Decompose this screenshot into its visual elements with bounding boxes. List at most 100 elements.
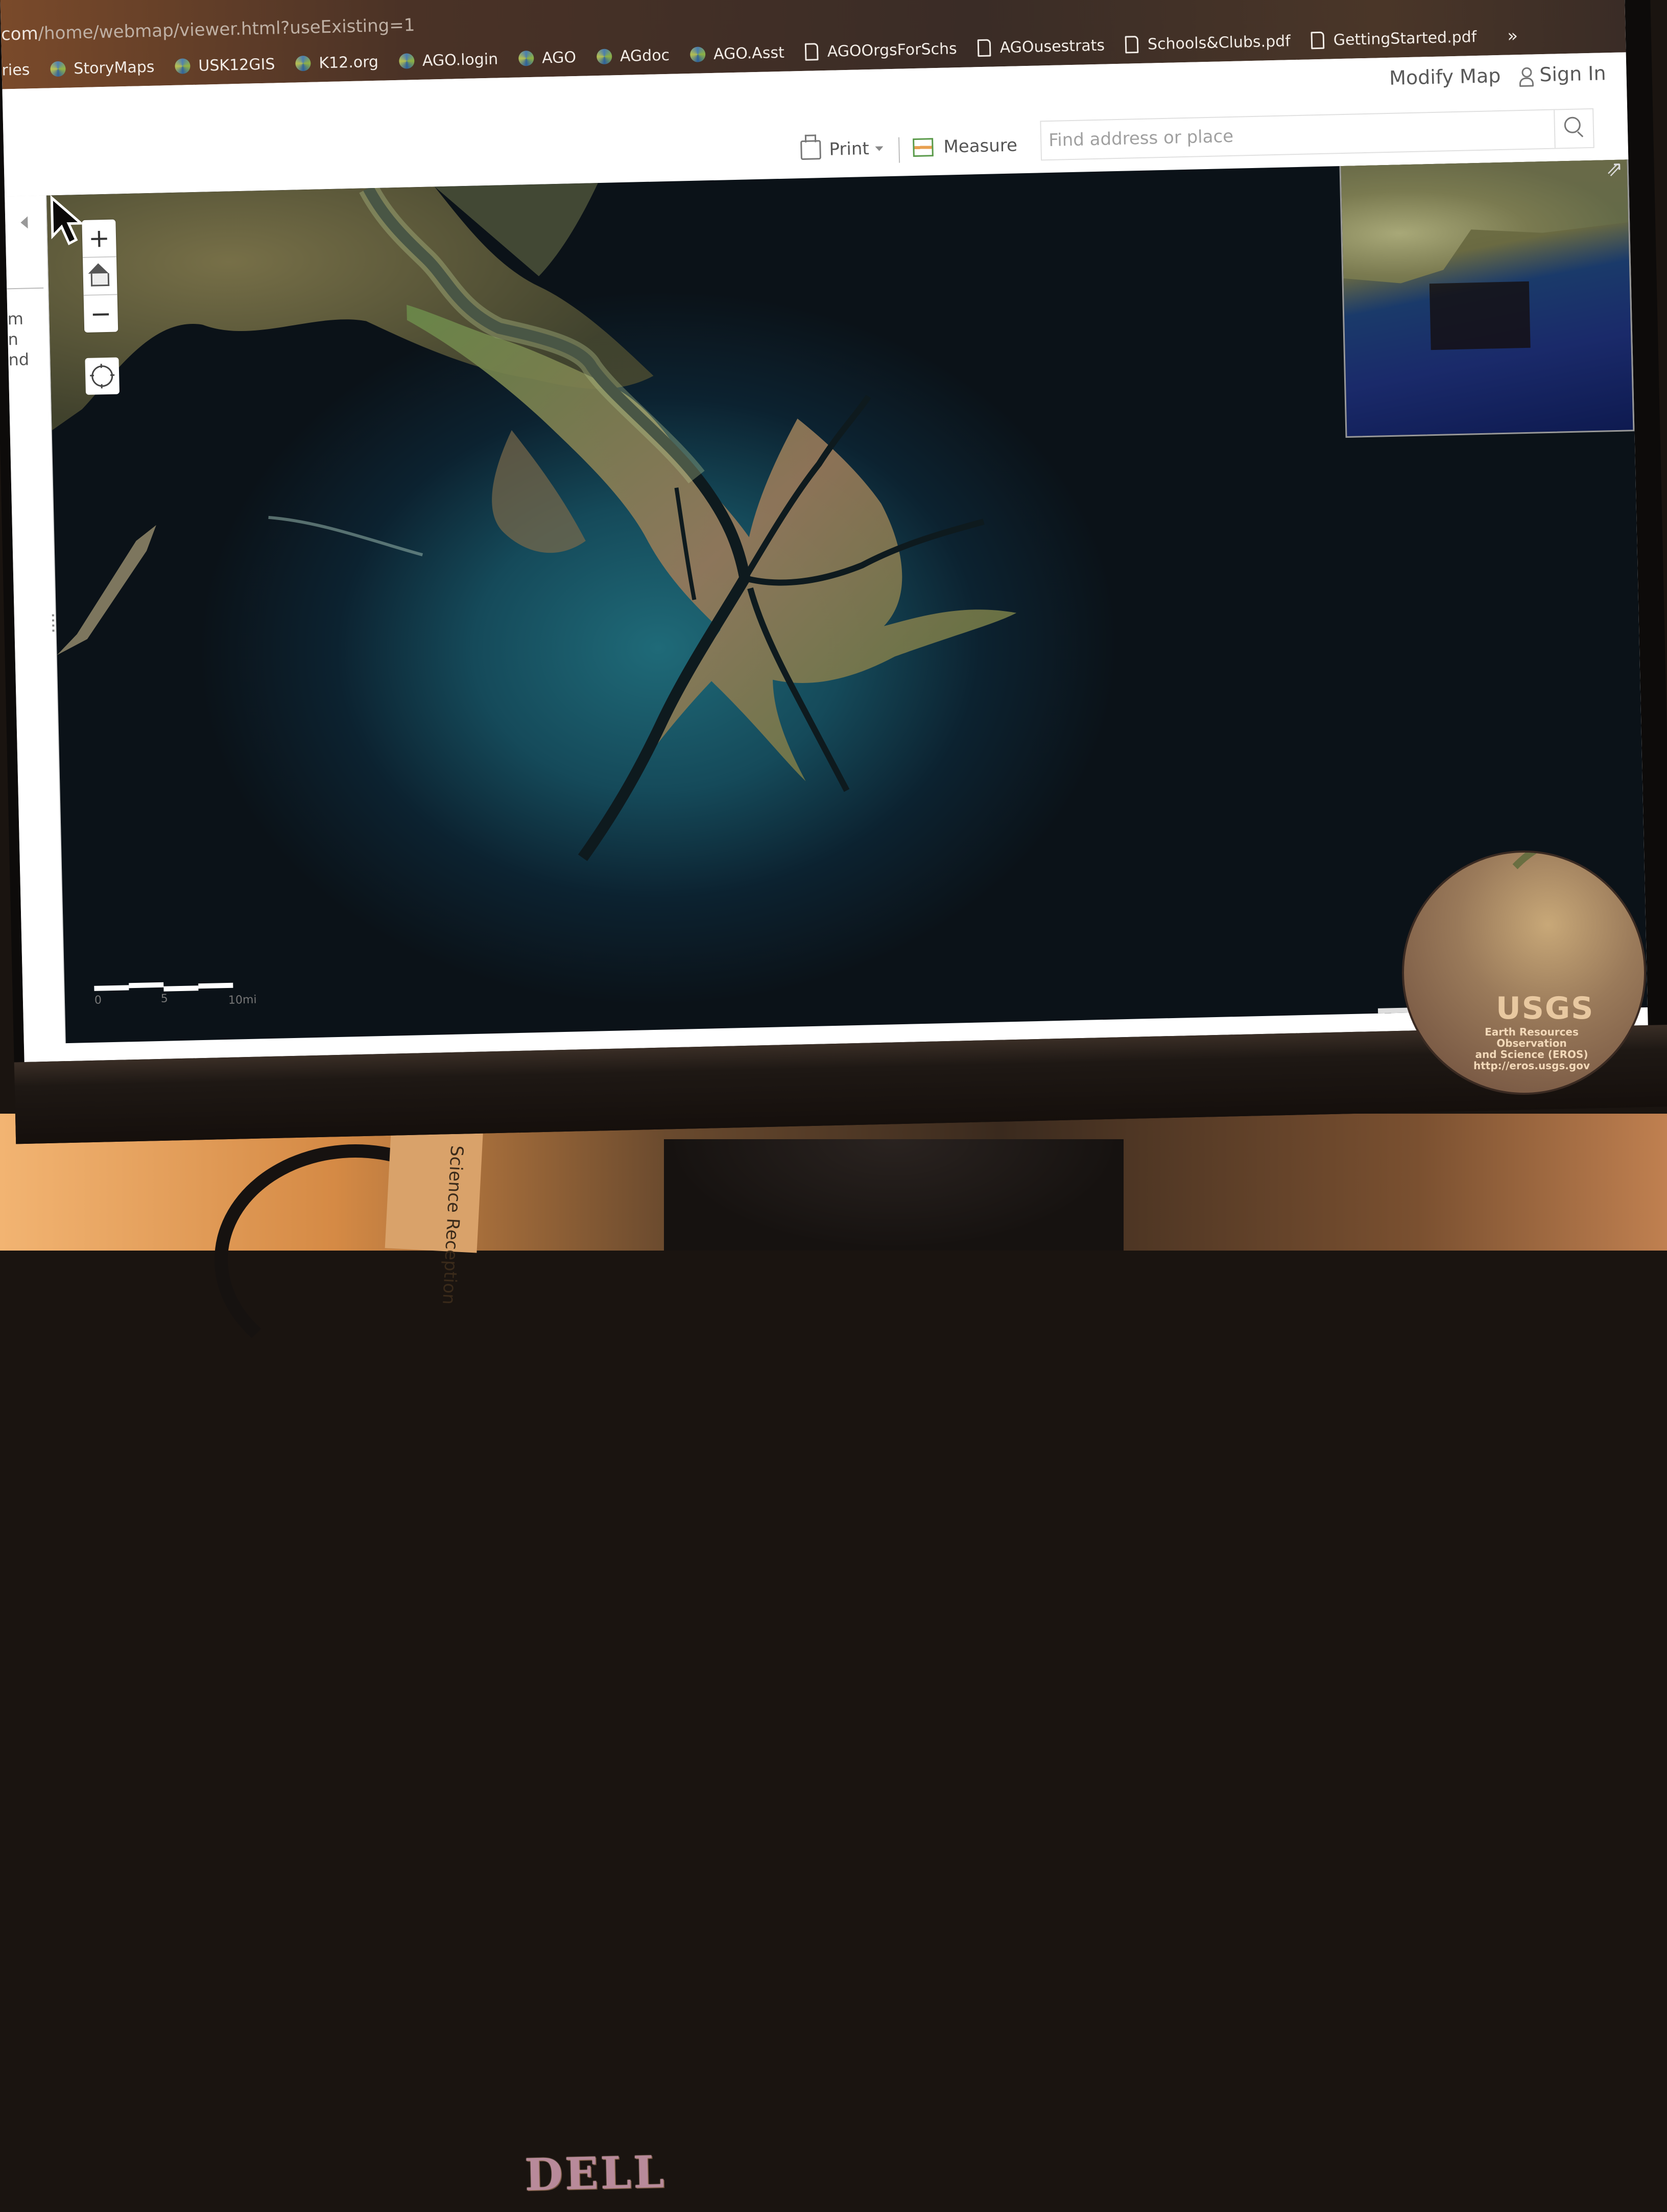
firefox-icon[interactable] bbox=[1642, 253, 1648, 275]
dell-logo: DELL bbox=[524, 2146, 666, 2201]
modify-map-link[interactable]: Modify Map bbox=[1389, 64, 1501, 89]
document-icon bbox=[977, 39, 991, 57]
textedit-icon[interactable] bbox=[1643, 302, 1648, 324]
panel-text: m n nd bbox=[7, 308, 29, 370]
header-actions: Modify Map Sign In bbox=[1389, 62, 1606, 89]
desk-paper: Science Reception bbox=[385, 1121, 484, 1253]
overview-land bbox=[1341, 159, 1629, 285]
measure-button[interactable]: Measure bbox=[913, 135, 1017, 158]
bookmarks-overflow-button[interactable]: » bbox=[1507, 26, 1518, 46]
teams-icon[interactable] bbox=[1639, 155, 1648, 177]
messenger-icon[interactable] bbox=[1640, 179, 1648, 201]
word-icon[interactable] bbox=[1645, 375, 1648, 397]
delta-land bbox=[407, 291, 1021, 826]
zoom-out-button[interactable]: − bbox=[84, 295, 118, 332]
bookmark-item[interactable]: AGdoc bbox=[597, 46, 670, 65]
bookmark-item[interactable]: GettingStarted.pdf bbox=[1311, 28, 1477, 49]
overview-toggle-icon[interactable]: ⇗ bbox=[1606, 159, 1624, 181]
scale-label: 10mi bbox=[228, 994, 257, 1007]
sign-in-label: Sign In bbox=[1539, 62, 1606, 86]
sign-in-link[interactable]: Sign In bbox=[1519, 62, 1606, 86]
print-button[interactable]: Print bbox=[800, 138, 884, 160]
chrome-icon[interactable] bbox=[1642, 277, 1648, 299]
bookmark-label: AGOOrgsForSchs bbox=[827, 40, 957, 61]
bookmark-label: AGO.login bbox=[422, 50, 498, 69]
printer-icon bbox=[800, 140, 821, 160]
overview-extent-box[interactable] bbox=[1430, 281, 1531, 350]
scale-bar: 0 5 10mi bbox=[94, 980, 248, 1015]
excel-icon[interactable] bbox=[1645, 400, 1648, 422]
coaster-line: http://eros.usgs.gov bbox=[1465, 1060, 1598, 1071]
bookmark-item[interactable]: AGO.login bbox=[399, 50, 498, 70]
bookmark-label: AGO.Asst bbox=[713, 43, 784, 63]
scale-label: 5 bbox=[161, 993, 169, 1005]
panel-resize-handle[interactable] bbox=[52, 614, 55, 634]
bookmark-item[interactable]: AGOOrgsForSchs bbox=[804, 40, 957, 61]
screen: com/home/webmap/viewer.html?useExisting=… bbox=[0, 0, 1648, 1062]
document-icon bbox=[804, 43, 818, 61]
photo-icon[interactable] bbox=[1647, 474, 1648, 496]
finder-icon[interactable] bbox=[1637, 57, 1648, 79]
url-host: com bbox=[1, 23, 39, 45]
document-icon bbox=[1311, 32, 1324, 50]
skype-icon[interactable] bbox=[1639, 130, 1648, 152]
usgs-coaster: USGS Earth Resources Observation and Sci… bbox=[1402, 851, 1646, 1095]
coaster-line: and Science (EROS) bbox=[1465, 1049, 1598, 1060]
bookmark-item[interactable]: Schools&Clubs.pdf bbox=[1125, 32, 1291, 54]
search-box bbox=[1040, 108, 1594, 161]
locate-button[interactable] bbox=[85, 357, 120, 394]
bookmark-label: K12.org bbox=[319, 53, 378, 72]
print-label: Print bbox=[829, 138, 869, 160]
globe-icon bbox=[175, 58, 190, 74]
overview-map[interactable]: ⇗ bbox=[1339, 159, 1634, 438]
map-view[interactable]: + − ⇗ 0 5 10mi Earthstar Geo bbox=[46, 159, 1648, 1043]
powerpoint-icon[interactable] bbox=[1646, 425, 1648, 446]
evernote-icon[interactable] bbox=[1644, 326, 1648, 348]
globe-icon bbox=[50, 61, 66, 77]
ruler-icon bbox=[913, 138, 934, 157]
panel-text-line: m bbox=[7, 308, 28, 329]
app-store-icon[interactable] bbox=[1646, 449, 1648, 471]
safari-icon[interactable] bbox=[1641, 228, 1648, 250]
locate-icon bbox=[91, 365, 113, 387]
bookmark-item[interactable]: AGO bbox=[518, 48, 577, 67]
collapse-panel-icon[interactable] bbox=[20, 216, 28, 228]
bookmark-label: ries bbox=[2, 61, 30, 79]
facetime-icon[interactable] bbox=[1640, 204, 1648, 226]
search-input[interactable] bbox=[1041, 110, 1554, 160]
bookmark-item[interactable]: AGO.Asst bbox=[690, 43, 784, 63]
app-icon[interactable] bbox=[1638, 81, 1648, 103]
bookmark-label: AGOusestrats bbox=[999, 36, 1105, 57]
barrier-island bbox=[54, 525, 159, 655]
globe-icon bbox=[399, 53, 415, 69]
panel-text-line: nd bbox=[8, 349, 29, 370]
bookmark-label: USK12GIS bbox=[198, 55, 275, 75]
home-button[interactable] bbox=[83, 257, 117, 296]
bookmark-item[interactable]: K12.org bbox=[295, 53, 378, 73]
mouse-cursor-icon bbox=[46, 195, 88, 252]
scale-segment bbox=[94, 985, 129, 991]
bookmark-item[interactable]: StoryMaps bbox=[50, 58, 155, 78]
bookmark-item[interactable]: USK12GIS bbox=[175, 55, 275, 75]
scale-segment bbox=[163, 985, 198, 992]
caret-down-icon bbox=[875, 146, 884, 151]
scale-segment bbox=[129, 982, 163, 989]
globe-icon bbox=[690, 46, 706, 62]
globe-icon bbox=[597, 49, 612, 64]
bookmark-item[interactable]: ries bbox=[2, 61, 30, 79]
toolbar-divider bbox=[898, 137, 900, 163]
barrier-island bbox=[269, 514, 423, 558]
bookmark-item[interactable]: AGOusestrats bbox=[977, 36, 1105, 57]
scale-segment bbox=[198, 983, 233, 989]
globe-icon bbox=[295, 56, 311, 72]
coaster-text: Earth Resources Observation and Science … bbox=[1465, 1026, 1598, 1071]
search-button[interactable] bbox=[1554, 109, 1593, 148]
image-capture-icon[interactable] bbox=[1647, 498, 1648, 520]
usgs-logo: USGS bbox=[1496, 991, 1594, 1026]
zoom-icon[interactable] bbox=[1638, 106, 1648, 128]
address-bar[interactable]: com/home/webmap/viewer.html?useExisting=… bbox=[1, 15, 415, 44]
bookmark-label: StoryMaps bbox=[74, 58, 155, 78]
document-icon bbox=[1125, 36, 1139, 54]
outlook-icon[interactable] bbox=[1644, 351, 1648, 373]
bookmark-label: AGdoc bbox=[620, 46, 670, 65]
